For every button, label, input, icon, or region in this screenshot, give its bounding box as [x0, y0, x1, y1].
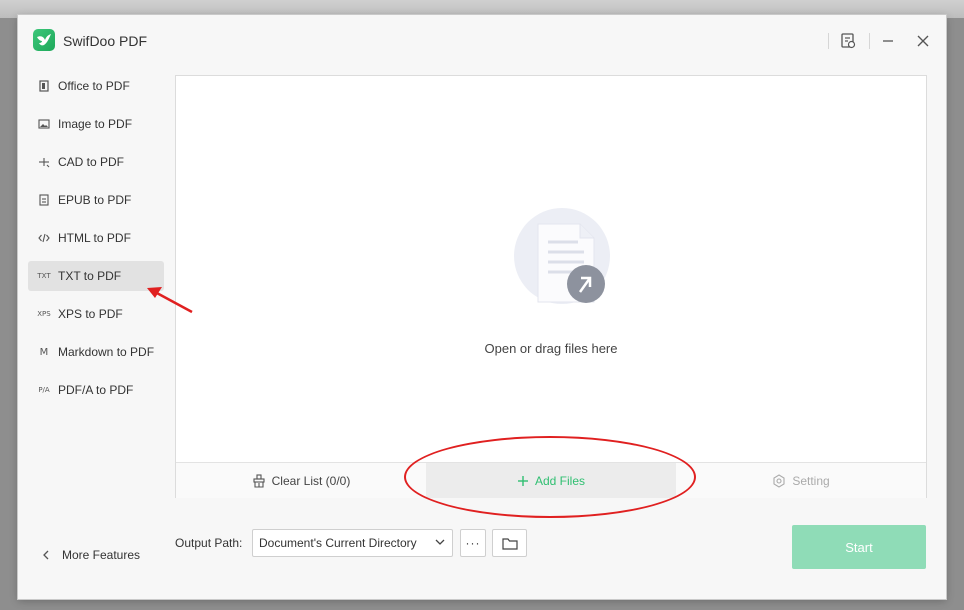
sidebar-item-label: CAD to PDF: [58, 155, 125, 169]
sidebar-item-cad-to-pdf[interactable]: CAD to PDF: [28, 147, 164, 177]
sidebar-item-txt-to-pdf[interactable]: TXT TXT to PDF: [28, 261, 164, 291]
app-title: SwifDoo PDF: [63, 33, 148, 49]
output-path-label: Output Path:: [175, 536, 243, 550]
chevron-left-icon: [43, 550, 49, 560]
start-button[interactable]: Start: [792, 525, 926, 569]
history-list-icon[interactable]: [838, 31, 858, 51]
xps-icon: XPS: [37, 310, 51, 318]
title-bar: SwifDoo PDF: [18, 15, 946, 67]
markdown-icon: M: [39, 346, 49, 358]
cad-icon: [37, 155, 51, 169]
sidebar-item-xps-to-pdf[interactable]: XPS XPS to PDF: [28, 299, 164, 329]
sidebar-item-image-to-pdf[interactable]: Image to PDF: [28, 109, 164, 139]
sidebar-item-label: Image to PDF: [58, 117, 133, 131]
chevron-down-icon: [435, 539, 445, 545]
sidebar: Office to PDF Image to PDF CAD to PDF EP…: [28, 71, 164, 413]
pdfa-icon: P/A: [38, 386, 50, 394]
setting-button[interactable]: Setting: [676, 463, 926, 498]
annotation-arrow: [147, 287, 193, 314]
more-features-button[interactable]: More Features: [42, 548, 140, 562]
image-icon: [37, 117, 51, 131]
sidebar-item-label: Office to PDF: [58, 79, 130, 93]
txt-icon: TXT: [37, 272, 51, 280]
sidebar-item-label: EPUB to PDF: [58, 193, 132, 207]
sidebar-item-label: XPS to PDF: [58, 307, 123, 321]
close-icon[interactable]: [913, 31, 933, 51]
sidebar-item-label: Markdown to PDF: [58, 345, 155, 359]
minimize-icon[interactable]: [878, 31, 898, 51]
open-folder-button[interactable]: [492, 529, 527, 557]
annotation-ellipse: [404, 436, 696, 518]
folder-icon: [501, 538, 518, 550]
epub-icon: [37, 193, 51, 207]
html-icon: [37, 231, 51, 245]
sidebar-item-office-to-pdf[interactable]: Office to PDF: [28, 71, 164, 101]
output-path-select[interactable]: Document's Current Directory: [252, 529, 453, 557]
sidebar-item-markdown-to-pdf[interactable]: M Markdown to PDF: [28, 337, 164, 367]
output-path-value: Document's Current Directory: [259, 536, 417, 550]
more-options-button[interactable]: ···: [460, 529, 486, 557]
drop-hint-text: Open or drag files here: [484, 341, 618, 356]
more-features-label: More Features: [62, 548, 141, 562]
clear-list-icon: [252, 473, 266, 488]
swifdoo-logo-icon: [33, 29, 55, 51]
setting-label: Setting: [792, 473, 830, 488]
sidebar-item-label: TXT to PDF: [58, 269, 122, 283]
clear-list-label: Clear List (0/0): [271, 473, 351, 488]
file-drop-area[interactable]: Open or drag files here Clear List (0/0)…: [175, 75, 927, 498]
upload-document-icon: [514, 208, 610, 304]
sidebar-item-epub-to-pdf[interactable]: EPUB to PDF: [28, 185, 164, 215]
titlebar-divider: [828, 33, 829, 49]
office-icon: [37, 79, 51, 93]
clear-list-button[interactable]: Clear List (0/0): [176, 463, 426, 498]
sidebar-item-html-to-pdf[interactable]: HTML to PDF: [28, 223, 164, 253]
titlebar-divider: [869, 33, 870, 49]
sidebar-item-label: HTML to PDF: [58, 231, 131, 245]
sidebar-item-pdfa-to-pdf[interactable]: P/A PDF/A to PDF: [28, 375, 164, 405]
sidebar-item-label: PDF/A to PDF: [58, 383, 134, 397]
gear-icon: [772, 473, 786, 488]
